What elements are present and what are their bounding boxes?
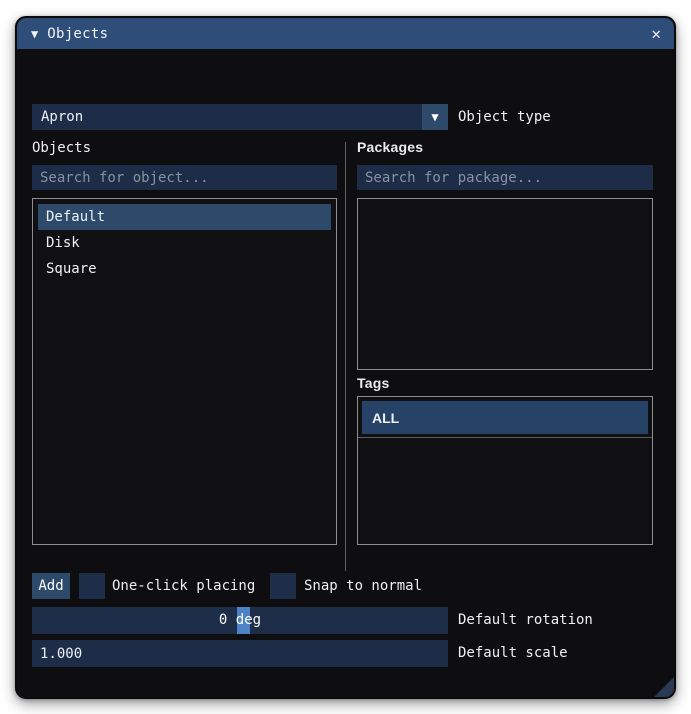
list-item-disk[interactable]: Disk [38, 230, 331, 256]
snap-to-normal-label: Snap to normal [304, 578, 423, 594]
list-item-square[interactable]: Square [38, 256, 331, 282]
objects-section-label: Objects [32, 140, 92, 156]
default-rotation-label: Default rotation [458, 612, 593, 628]
panel-title: Objects [47, 25, 109, 42]
object-type-label: Object type [458, 109, 551, 125]
default-rotation-slider[interactable]: 0 deg [32, 607, 448, 634]
packages-section-label: Packages [357, 139, 424, 155]
add-button[interactable]: Add [32, 573, 70, 599]
column-splitter[interactable] [345, 142, 346, 571]
dropdown-arrow-button[interactable]: ▼ [422, 104, 448, 130]
tag-item-all[interactable]: ALL [362, 401, 648, 434]
objects-list[interactable]: Default Disk Square [32, 198, 337, 545]
tag-separator [358, 437, 652, 438]
tags-section-label: Tags [357, 375, 390, 391]
default-scale-label: Default scale [458, 645, 568, 661]
tags-list[interactable]: ALL [357, 396, 653, 545]
default-scale-input[interactable] [32, 640, 448, 667]
one-click-placing-label: One-click placing [112, 578, 256, 594]
chevron-down-icon: ▼ [431, 110, 439, 124]
objects-panel: ▼ Objects ✕ Apron ▼ Object type Objects … [15, 16, 676, 699]
object-type-dropdown[interactable]: Apron ▼ [32, 104, 448, 130]
titlebar[interactable]: ▼ Objects ✕ [17, 18, 674, 49]
one-click-placing-checkbox[interactable] [79, 573, 105, 599]
resize-grip[interactable] [652, 675, 674, 697]
collapse-triangle-icon[interactable]: ▼ [31, 28, 38, 40]
close-icon[interactable]: ✕ [651, 24, 661, 43]
packages-list[interactable] [357, 198, 653, 370]
object-type-value: Apron [41, 109, 84, 125]
object-search-input[interactable] [32, 165, 337, 190]
rotation-value: 0 deg [218, 612, 262, 628]
snap-to-normal-checkbox[interactable] [270, 573, 296, 599]
list-item-default[interactable]: Default [38, 204, 331, 230]
package-search-input[interactable] [357, 165, 653, 190]
